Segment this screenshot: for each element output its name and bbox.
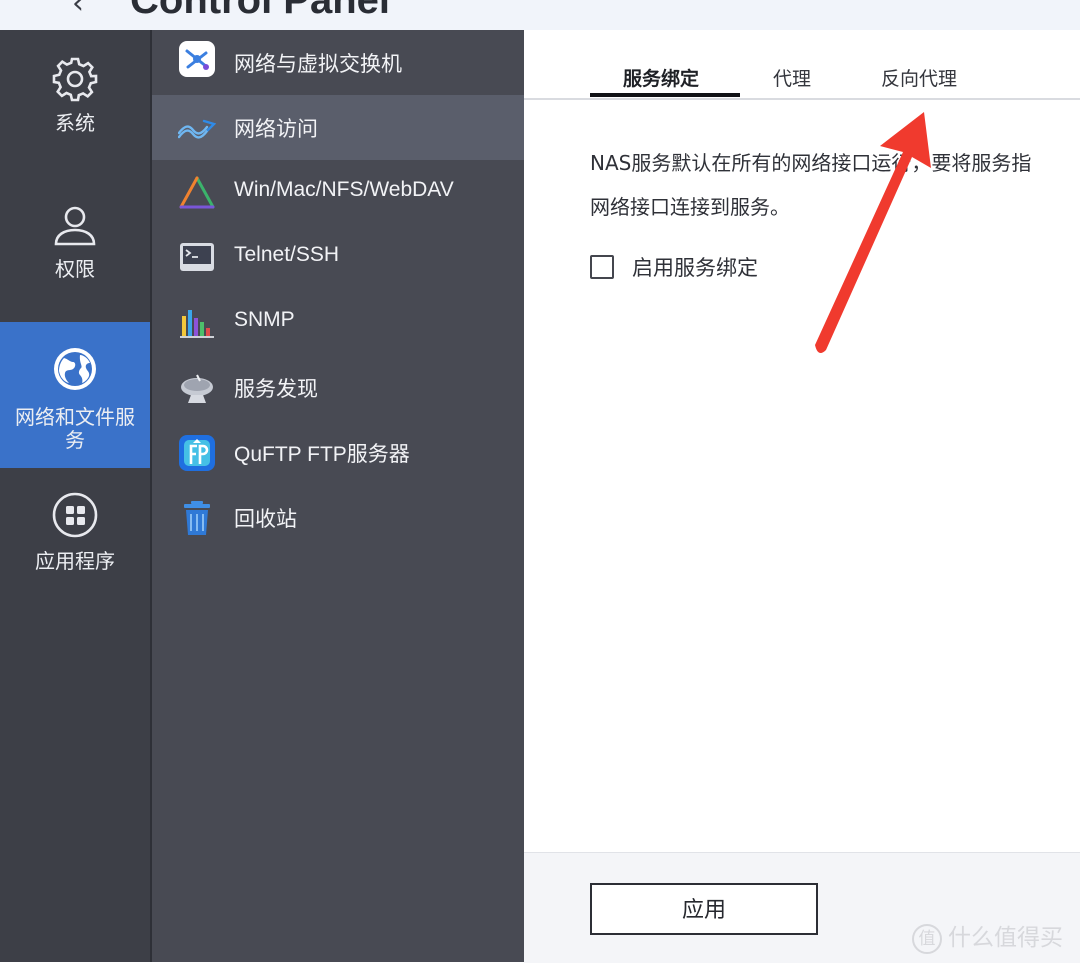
file-protocol-icon [179, 176, 215, 209]
rail-item-network-file-services[interactable]: 网络和文件服务 [0, 322, 150, 468]
menu-item-label: SNMP [234, 308, 295, 331]
tab-reverse-proxy[interactable]: 反向代理 [881, 64, 957, 91]
menu-item-snmp[interactable]: SNMP [152, 290, 524, 355]
menu-item-label: 网络与虚拟交换机 [234, 53, 402, 76]
terminal-icon [180, 243, 214, 271]
snmp-chart-icon [180, 310, 214, 338]
network-access-icon [178, 119, 216, 139]
window-title: Control Panel [130, 0, 391, 22]
menu-item-service-discovery[interactable]: 服务发现 [152, 355, 524, 420]
enable-service-binding-label: 启用服务绑定 [632, 256, 758, 280]
tab-bar: 服务绑定 代理 反向代理 [524, 30, 1080, 100]
enable-service-binding-checkbox[interactable] [590, 255, 614, 279]
tab-proxy[interactable]: 代理 [773, 64, 811, 91]
menu-item-network-access[interactable]: 网络访问 [152, 95, 524, 160]
sub-menu: 网络与虚拟交换机 网络访问 Win/Mac/NFS/WebDAV Telnet/… [152, 30, 524, 962]
menu-item-file-protocols[interactable]: Win/Mac/NFS/WebDAV [152, 160, 524, 225]
menu-item-network-switch[interactable]: 网络与虚拟交换机 [152, 30, 524, 95]
menu-item-quftp[interactable]: QuFTP FTP服务器 [152, 420, 524, 485]
globe-icon [54, 348, 96, 390]
category-rail: 系统 权限 网络和文件服务 应用程序 [0, 30, 150, 962]
tab-service-binding[interactable]: 服务绑定 [623, 64, 699, 91]
menu-item-label: Win/Mac/NFS/WebDAV [234, 178, 454, 201]
title-bar: ‹ Control Panel [0, 0, 1080, 30]
active-tab-indicator [590, 93, 740, 97]
rail-item-label: 应用程序 [35, 549, 115, 573]
menu-item-recycle-bin[interactable]: 回收站 [152, 485, 524, 550]
menu-item-label: 服务发现 [234, 378, 318, 401]
watermark: 值什么值得买 [912, 918, 1063, 954]
rail-item-permissions[interactable]: 权限 [0, 176, 150, 322]
network-switch-icon [179, 41, 215, 77]
menu-item-label: 回收站 [234, 508, 297, 531]
back-button[interactable]: ‹ [72, 0, 84, 21]
menu-item-label: Telnet/SSH [234, 243, 340, 266]
rail-item-label: 权限 [55, 257, 95, 281]
watermark-logo-icon: 值 [912, 923, 942, 954]
menu-item-label: 网络访问 [234, 118, 318, 141]
recycle-bin-icon [184, 501, 210, 535]
description-line-1: NAS服务默认在所有的网络接口运行，要将服务指 [590, 151, 1032, 175]
rail-item-applications[interactable]: 应用程序 [0, 468, 150, 614]
gear-icon [52, 57, 98, 102]
description-line-2: 网络接口连接到服务。 [590, 195, 790, 219]
menu-item-telnet-ssh[interactable]: Telnet/SSH [152, 225, 524, 290]
rail-item-label: 系统 [55, 111, 95, 135]
menu-item-label: QuFTP FTP服务器 [234, 443, 410, 466]
watermark-text: 什么值得买 [948, 925, 1063, 951]
apps-grid-icon [52, 492, 98, 538]
satellite-dish-icon [181, 374, 213, 403]
rail-item-system[interactable]: 系统 [0, 30, 150, 176]
user-icon [54, 206, 96, 246]
ftp-icon [179, 435, 215, 471]
content-pane: 服务绑定 代理 反向代理 NAS服务默认在所有的网络接口运行，要将服务指 网络接… [524, 30, 1080, 963]
apply-button[interactable]: 应用 [590, 883, 818, 935]
rail-item-label: 网络和文件服务 [15, 405, 135, 452]
